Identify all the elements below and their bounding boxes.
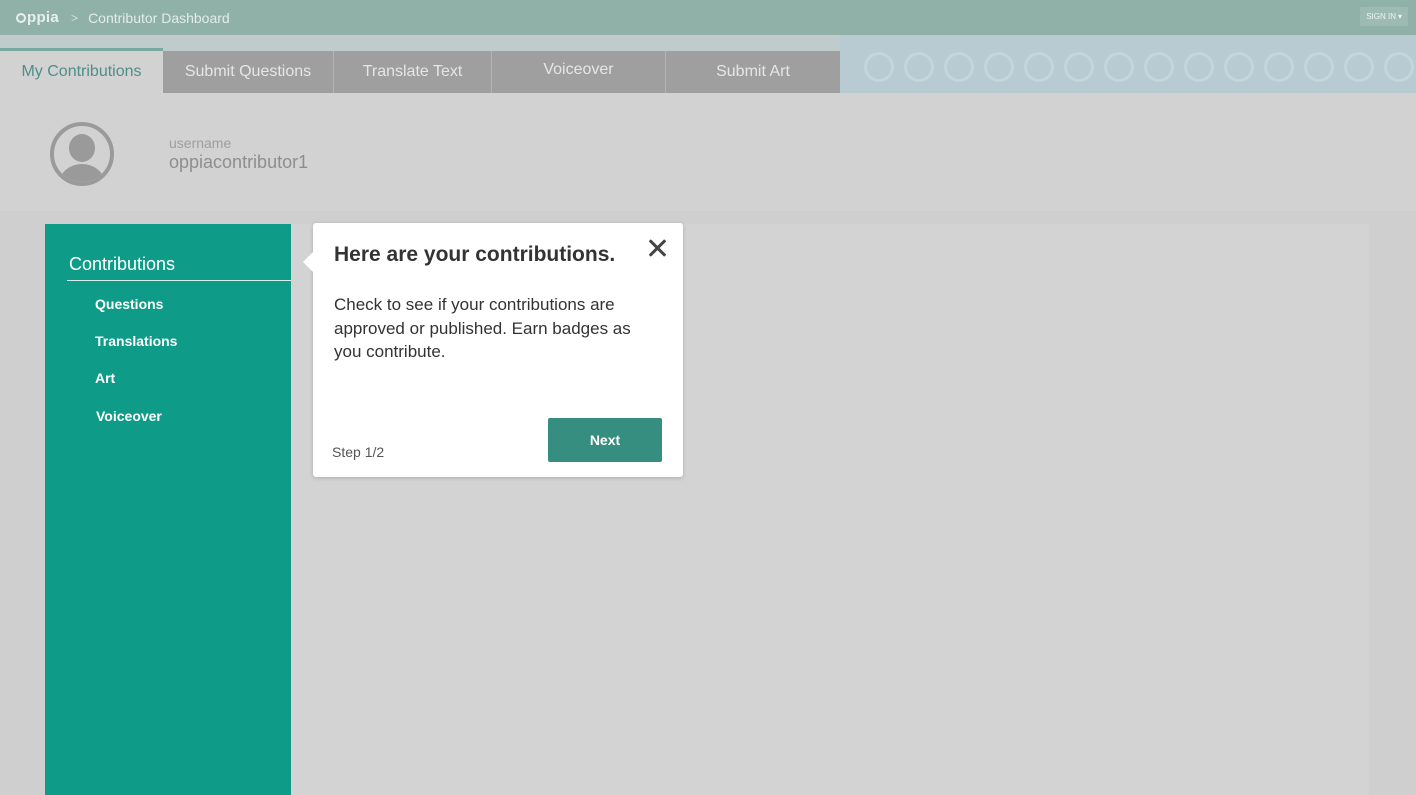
sidebar-item-voiceover[interactable]: Voiceover [96,408,162,424]
username-label: username [169,135,232,151]
tooltip-arrow [303,251,314,273]
pattern-circle [1104,52,1134,82]
next-button[interactable]: Next [548,418,662,462]
sign-in-button[interactable]: SIGN IN ▾ [1360,7,1408,26]
avatar-body [59,164,105,182]
pattern-circle [1264,52,1294,82]
username: oppiacontributor1 [169,152,309,172]
sidebar-item-translations[interactable]: Translations [95,333,177,349]
pattern-circle [1344,52,1374,82]
pattern-circle [1184,52,1214,82]
tour-step-indicator: Step 1/2 [332,444,385,460]
contributions-sidebar: Contributions Questions Translations Art… [45,224,291,795]
sidebar-divider [67,280,291,281]
pattern-circle [944,52,974,82]
pattern-circle [864,52,894,82]
breadcrumb-separator: > [71,10,79,25]
pattern-circle [1224,52,1254,82]
logo-text: ppia [27,9,60,26]
top-navbar: ppia > Contributor Dashboard SIGN IN ▾ [0,0,1416,35]
pattern-circle [1144,52,1174,82]
sidebar-item-questions[interactable]: Questions [95,296,163,312]
avatar-head [69,134,95,162]
tour-tooltip: Here are your contributions. Check to se… [303,223,683,477]
pattern-circle [904,52,934,82]
oppia-logo[interactable]: ppia [16,9,59,26]
user-avatar-icon [50,122,114,186]
pattern-circle [1304,52,1334,82]
tab-strip: My Contributions Submit Questions Transl… [0,35,1416,93]
sign-in-label: SIGN IN [1366,12,1396,21]
tab-my-contributions[interactable]: My Contributions [0,48,163,93]
decorative-pattern [840,35,1416,93]
close-icon[interactable] [646,237,668,259]
pattern-circle [1064,52,1094,82]
oppia-logo-icon [16,12,26,23]
tab-submit-art[interactable]: Submit Art [666,51,840,93]
tab-submit-questions[interactable]: Submit Questions [163,51,333,93]
tooltip-body: Check to see if your contributions are a… [334,295,631,361]
sidebar-item-art[interactable]: Art [95,370,115,386]
tooltip-title: Here are your contributions. [334,243,616,266]
tab-translate-text[interactable]: Translate Text [334,51,491,93]
sidebar-title: Contributions [69,254,176,274]
pattern-circle [984,52,1014,82]
breadcrumb: Contributor Dashboard [88,9,230,26]
caret-down-icon: ▾ [1397,12,1402,21]
pattern-circle [1384,52,1414,82]
pattern-circle [1024,52,1054,82]
profile-header: username oppiacontributor1 [0,93,1416,211]
tab-voiceover[interactable]: Voiceover [492,51,665,93]
